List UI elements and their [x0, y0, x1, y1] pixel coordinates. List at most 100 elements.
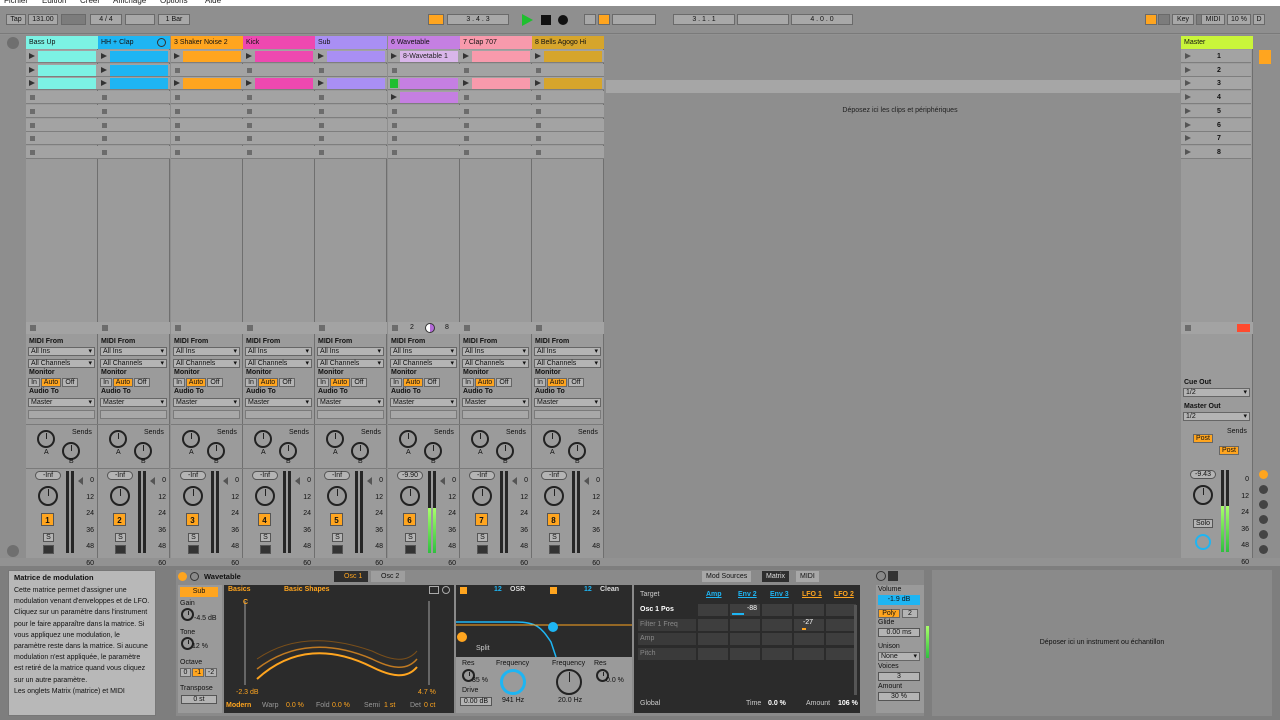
- monitor-auto-button[interactable]: Auto: [113, 378, 133, 387]
- midi-from-dropdown[interactable]: All Ins: [534, 347, 601, 356]
- stop-all-clips-icon[interactable]: [1185, 325, 1191, 331]
- master-header[interactable]: Master: [1181, 36, 1253, 49]
- monitor-in-button[interactable]: In: [317, 378, 329, 387]
- clip-slot[interactable]: [98, 118, 170, 132]
- track-activator-button[interactable]: 7: [475, 513, 488, 526]
- matrix-cell[interactable]: [730, 647, 760, 660]
- send-a-knob[interactable]: [182, 430, 200, 448]
- post-button-b[interactable]: Post: [1219, 446, 1239, 455]
- clip-slot[interactable]: [243, 63, 315, 77]
- track-header[interactable]: Kick: [243, 36, 315, 49]
- stop-all-icon[interactable]: [30, 325, 36, 331]
- device-hotswap-icon[interactable]: [876, 571, 886, 581]
- midi-from-dropdown[interactable]: All Ins: [245, 347, 312, 356]
- clip-stop-icon[interactable]: [175, 136, 180, 142]
- monitor-in-button[interactable]: In: [534, 378, 546, 387]
- arm-button[interactable]: [477, 545, 488, 554]
- clip-stop-icon[interactable]: [536, 67, 541, 73]
- clip-slot[interactable]: [171, 63, 243, 77]
- master-solo-button[interactable]: Solo: [1193, 519, 1213, 528]
- matrix-scrollbar[interactable]: [854, 605, 857, 695]
- clip-stop-icon[interactable]: [175, 67, 180, 73]
- filter1-slope[interactable]: 12: [494, 586, 502, 593]
- clip[interactable]: [183, 51, 241, 62]
- audio-to-dropdown[interactable]: Master: [462, 398, 529, 407]
- scene-launch[interactable]: 6: [1181, 118, 1251, 132]
- clip-slot[interactable]: [98, 63, 170, 77]
- stop-all-icon[interactable]: [464, 325, 470, 331]
- monitor-in-button[interactable]: In: [173, 378, 185, 387]
- position-slider[interactable]: [428, 601, 430, 685]
- clip-slot[interactable]: [26, 118, 98, 132]
- amount-value[interactable]: 106 %: [838, 700, 858, 707]
- scene-launch-icon[interactable]: [1185, 80, 1191, 87]
- clip-slot[interactable]: 8-Wavetable 1: [388, 50, 460, 63]
- monitor-off-button[interactable]: Off: [568, 378, 584, 387]
- pan-knob[interactable]: [472, 486, 492, 506]
- clip-stop-icon[interactable]: [392, 108, 397, 114]
- clip-launch-icon[interactable]: [463, 80, 469, 87]
- metronome-button[interactable]: [125, 14, 155, 25]
- clip-stop-icon[interactable]: [536, 149, 541, 155]
- clip-slot[interactable]: [243, 91, 315, 105]
- clip-slot[interactable]: [26, 132, 98, 146]
- send-a-knob[interactable]: [543, 430, 561, 448]
- clip-stop-icon[interactable]: [319, 95, 324, 101]
- clip-slot[interactable]: [26, 63, 98, 77]
- stop-all-button[interactable]: [1237, 324, 1250, 332]
- clip-slot[interactable]: [26, 145, 98, 159]
- matrix-cell[interactable]: [794, 633, 824, 645]
- cue-out-dropdown[interactable]: 1/2: [1183, 388, 1250, 397]
- wavetable-category[interactable]: Basics: [228, 586, 251, 593]
- loop-length-field[interactable]: 4 . 0 . 0: [791, 14, 853, 25]
- midi-channel-dropdown[interactable]: All Channels: [317, 359, 384, 368]
- clip-slot[interactable]: [532, 91, 604, 105]
- clip-stop-icon[interactable]: [392, 67, 397, 73]
- stop-all-icon[interactable]: [536, 325, 542, 331]
- matrix-row-label[interactable]: Amp: [638, 633, 696, 645]
- clip-slot[interactable]: [460, 50, 532, 63]
- scene-launch[interactable]: 8: [1181, 145, 1251, 159]
- track-activator-button[interactable]: 5: [330, 513, 343, 526]
- clip-slot[interactable]: [315, 91, 387, 105]
- clip-slot[interactable]: [98, 77, 170, 91]
- clip-slot[interactable]: [98, 104, 170, 118]
- detail-toggle-icon[interactable]: [7, 545, 19, 557]
- monitor-in-button[interactable]: In: [28, 378, 40, 387]
- clip-launch-icon[interactable]: [535, 80, 541, 87]
- midi-from-dropdown[interactable]: All Ins: [100, 347, 167, 356]
- monitor-in-button[interactable]: In: [100, 378, 112, 387]
- wave-view-icon[interactable]: [429, 586, 439, 594]
- clip-launch-icon[interactable]: [318, 80, 324, 87]
- gain-knob[interactable]: [181, 608, 194, 621]
- return-toggle-icon[interactable]: [1259, 515, 1268, 524]
- clip-stop-icon[interactable]: [536, 108, 541, 114]
- track-activator-button[interactable]: 6: [403, 513, 416, 526]
- clip-slot[interactable]: [388, 63, 460, 77]
- matrix-cell[interactable]: [826, 633, 856, 645]
- automation-arm-button[interactable]: [598, 14, 610, 25]
- send-a-knob[interactable]: [254, 430, 272, 448]
- volume-field[interactable]: -9.90: [397, 471, 423, 480]
- clip-slot[interactable]: [171, 132, 243, 146]
- clip-stop-icon[interactable]: [464, 108, 469, 114]
- arm-button[interactable]: [43, 545, 54, 554]
- pan-knob[interactable]: [110, 486, 130, 506]
- scene-launch[interactable]: 7: [1181, 132, 1251, 146]
- matrix-row-label[interactable]: Filter 1 Freq: [638, 618, 696, 631]
- position-field[interactable]: 3 . 4 . 3: [447, 14, 509, 25]
- routing-dropdown[interactable]: Split: [456, 643, 536, 654]
- warp-value[interactable]: 0.0 %: [286, 702, 304, 709]
- audio-to-dropdown[interactable]: Master: [28, 398, 95, 407]
- clip-launch-icon[interactable]: [246, 80, 252, 87]
- clip-slot[interactable]: [460, 91, 532, 105]
- sub-toggle[interactable]: Sub: [180, 587, 218, 597]
- track-activator-button[interactable]: 4: [258, 513, 271, 526]
- clip-stop-icon[interactable]: [102, 122, 107, 128]
- pan-knob[interactable]: [255, 486, 275, 506]
- frequency2-knob[interactable]: [556, 669, 582, 695]
- clip-stop-icon[interactable]: [175, 122, 180, 128]
- clip-slot[interactable]: [532, 104, 604, 118]
- scene-launch-icon[interactable]: [1185, 94, 1191, 101]
- track-activator-button[interactable]: 3: [186, 513, 199, 526]
